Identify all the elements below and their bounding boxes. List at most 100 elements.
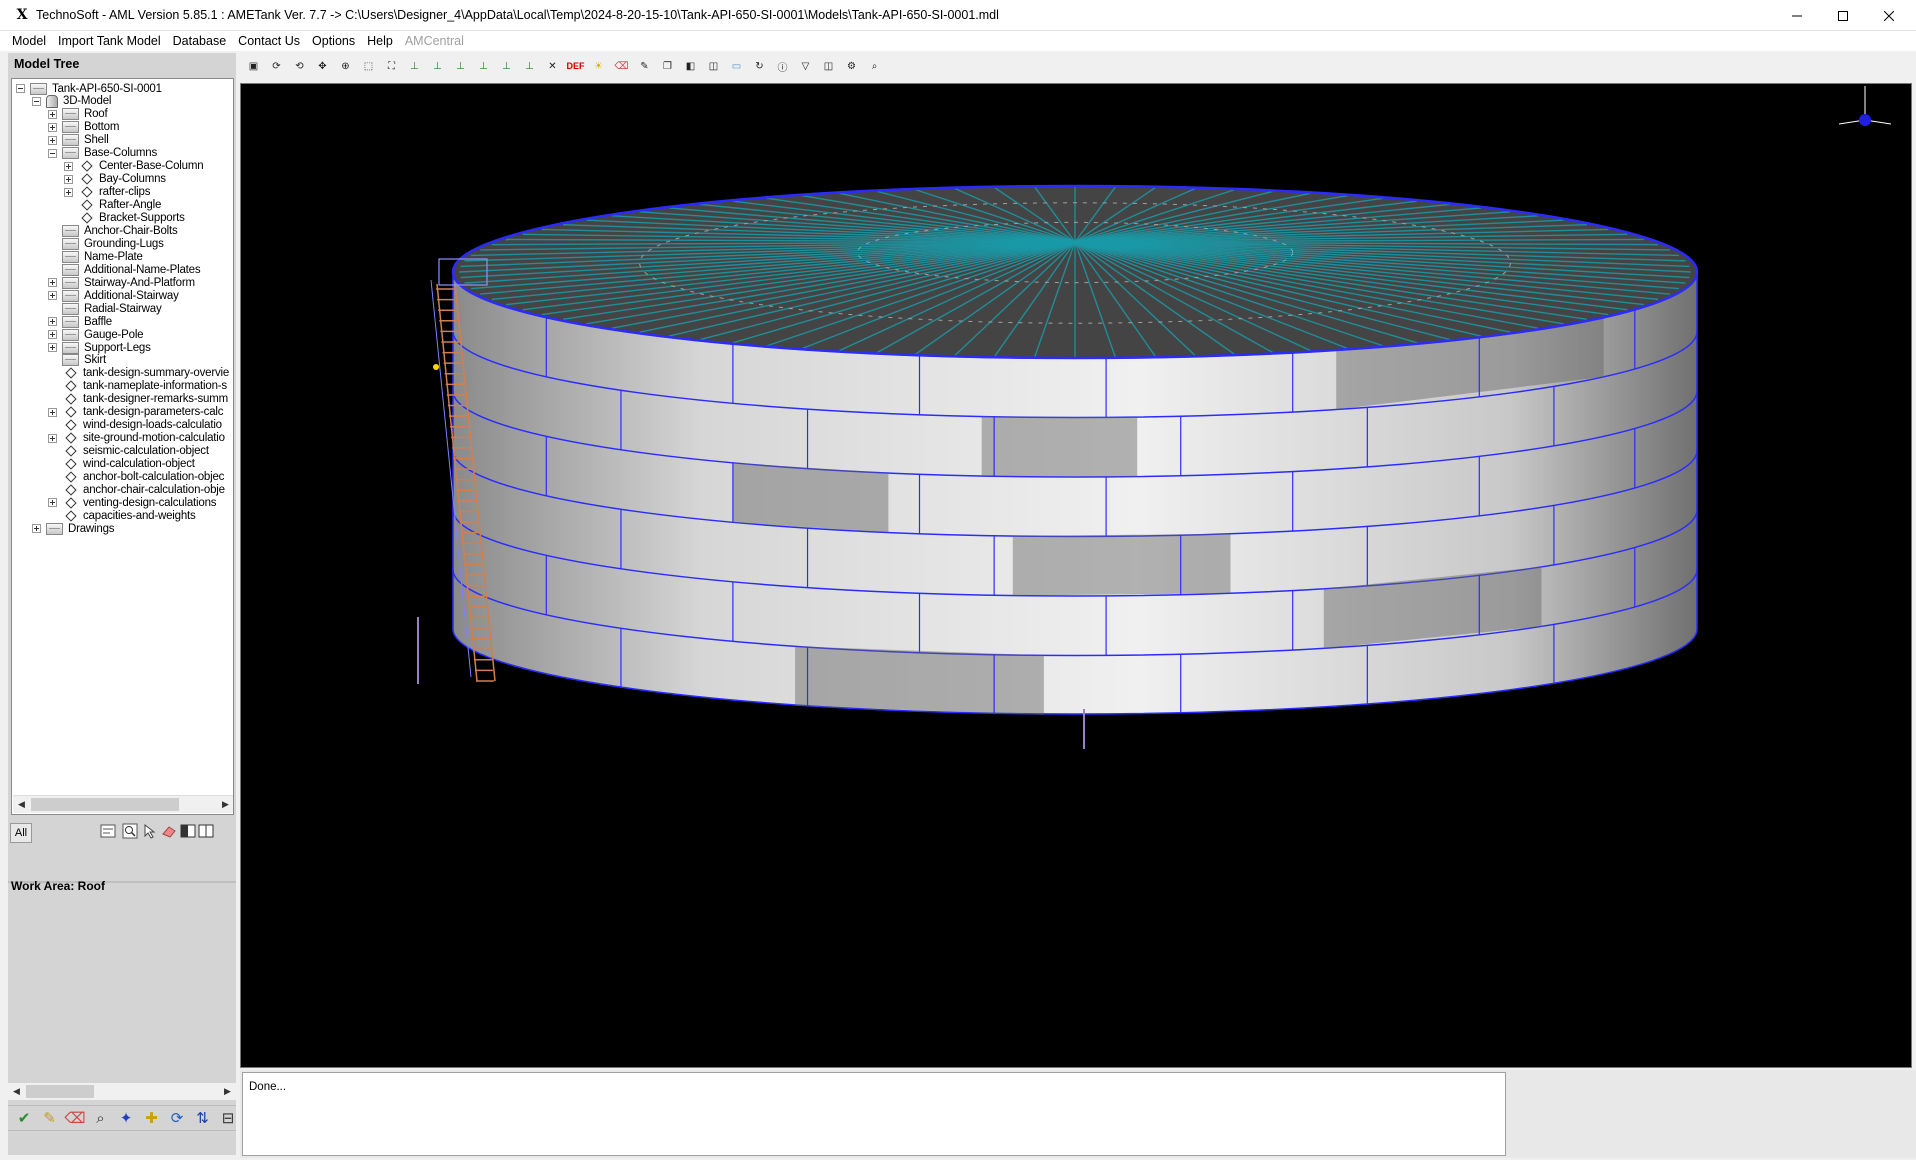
expand-icon[interactable] [48,291,57,301]
axes-icon[interactable]: ✕ [541,55,564,77]
expand-icon[interactable] [48,122,57,132]
view-front-icon[interactable]: ▣ [242,55,265,77]
split-alt-icon[interactable]: ◫ [702,55,725,77]
view-xz-icon[interactable]: ⊥ [472,55,495,77]
swap-updown-icon[interactable]: ⇅ [193,1108,213,1128]
status-area: Done... [240,1070,1916,1158]
folder-box-icon [62,341,79,354]
menu-model[interactable]: Model [6,31,52,51]
folder-box-icon [62,276,79,289]
refresh-icon[interactable]: ⟳ [167,1108,187,1128]
default-view-icon[interactable]: DEF [564,55,587,77]
left-horizontal-scrollbar[interactable]: ◀ ▶ [8,1083,236,1100]
tree-item-label: tank-design-parameters-calc [83,406,224,419]
model-tree[interactable]: Tank-API-650-SI-0001 3D-Model Roof Bottom Sh… [11,78,234,815]
eraser-icon[interactable]: ⌫ [64,1108,85,1128]
search-icon[interactable]: ⌕ [863,55,886,77]
expand-icon[interactable] [48,498,57,508]
eraser-icon[interactable]: ⌫ [610,55,633,77]
scroll-thumb[interactable] [26,1085,94,1098]
3d-viewport[interactable] [240,83,1912,1068]
rotate-alt-icon[interactable]: ⟲ [288,55,311,77]
expand-icon[interactable] [48,330,57,340]
tree-item-label: wind-design-loads-calculatio [83,419,222,432]
zoom-in-icon[interactable]: ⊕ [334,55,357,77]
expand-icon[interactable] [48,278,57,288]
minimize-button[interactable] [1774,0,1820,31]
add-icon[interactable]: ✚ [142,1108,162,1128]
tree-item-label: Gauge-Pole [84,328,144,341]
menu-database[interactable]: Database [167,31,233,51]
view-yx-icon[interactable]: ⊥ [403,55,426,77]
settings-icon[interactable]: ⚙ [840,55,863,77]
expand-icon[interactable] [64,187,73,197]
close-button[interactable] [1866,0,1912,31]
collapse-icon[interactable] [16,84,25,93]
zoom-fit-icon[interactable]: ⛶ [380,55,403,77]
diamond-icon [65,419,77,431]
tree-item-label: venting-design-calculations [83,496,217,509]
menu-contact-us[interactable]: Contact Us [232,31,306,51]
expand-icon[interactable] [32,524,41,534]
view-yz-icon[interactable]: ⊥ [495,55,518,77]
expand-icon[interactable] [64,174,73,184]
window-title: TechnoSoft - AML Version 5.85.1 : AMETan… [36,8,999,22]
expand-icon[interactable] [48,135,57,145]
copy-icon[interactable]: ❐ [656,55,679,77]
scroll-left-icon[interactable]: ◀ [13,796,30,813]
pan-icon[interactable]: ✥ [311,55,334,77]
check-icon[interactable]: ✔ [14,1108,34,1128]
diamond-icon [81,212,93,224]
expand-icon[interactable] [48,109,57,119]
status-message: Done... [249,1081,287,1093]
expand-icon[interactable] [48,343,57,352]
expand-icon[interactable] [64,161,73,171]
split-icon[interactable]: ◧ [679,55,702,77]
collapse-icon[interactable]: ⊟ [218,1108,238,1128]
tree-item-label: Grounding-Lugs [84,237,164,250]
menu-options[interactable]: Options [306,31,361,51]
tree-item-label: 3D-Model [63,95,112,108]
filter-icon[interactable]: ▽ [794,55,817,77]
folder-box-icon [62,328,79,341]
view-xy-icon[interactable]: ⊥ [426,55,449,77]
maximize-button[interactable] [1820,0,1866,31]
view-zx-icon[interactable]: ⊥ [449,55,472,77]
scroll-left-icon[interactable]: ◀ [8,1083,25,1100]
tree-item-label: wind-calculation-object [83,458,195,471]
pencil-icon[interactable]: ✎ [40,1108,60,1128]
expand-icon[interactable] [48,317,57,327]
compass-icon[interactable]: ✦ [116,1108,136,1128]
menu-import-tank-model[interactable]: Import Tank Model [52,31,167,51]
folder-box-icon [62,121,79,134]
info-icon[interactable]: ⓘ [771,55,794,77]
paint-icon[interactable]: ✎ [633,55,656,77]
refresh-icon[interactable]: ↻ [748,55,771,77]
app-logo-icon: X [16,7,28,23]
tree-item-label: anchor-chair-calculation-obje [83,483,225,496]
diamond-icon [65,432,77,444]
expand-icon[interactable] [48,433,57,443]
tree-item-label: Bay-Columns [99,173,166,186]
menu-bar: Model Import Tank Model Database Contact Us… [0,31,1916,51]
tree-horizontal-scrollbar[interactable]: ◀ ▶ [13,795,233,813]
tree-item-drawings[interactable]: Drawings [32,521,115,536]
zoom-box-icon[interactable]: ⬚ [357,55,380,77]
tree-item-label: Skirt [84,354,107,367]
light-icon[interactable]: ☀ [587,55,610,77]
diamond-icon [65,458,77,470]
scroll-thumb[interactable] [31,798,179,811]
expand-icon[interactable] [48,407,57,417]
view-zy-icon[interactable]: ⊥ [518,55,541,77]
rotate-icon[interactable]: ⟳ [265,55,288,77]
diamond-icon [65,484,77,496]
zoom-icon[interactable]: ⌕ [91,1108,111,1128]
menu-help[interactable]: Help [361,31,399,51]
scroll-right-icon[interactable]: ▶ [217,796,233,813]
collapse-icon[interactable] [48,148,57,158]
collapse-icon[interactable] [32,96,41,106]
window-icon[interactable]: ▭ [725,55,748,77]
scroll-right-icon[interactable]: ▶ [219,1083,236,1100]
folder-box-icon [62,224,79,237]
layers-icon[interactable]: ◫ [817,55,840,77]
